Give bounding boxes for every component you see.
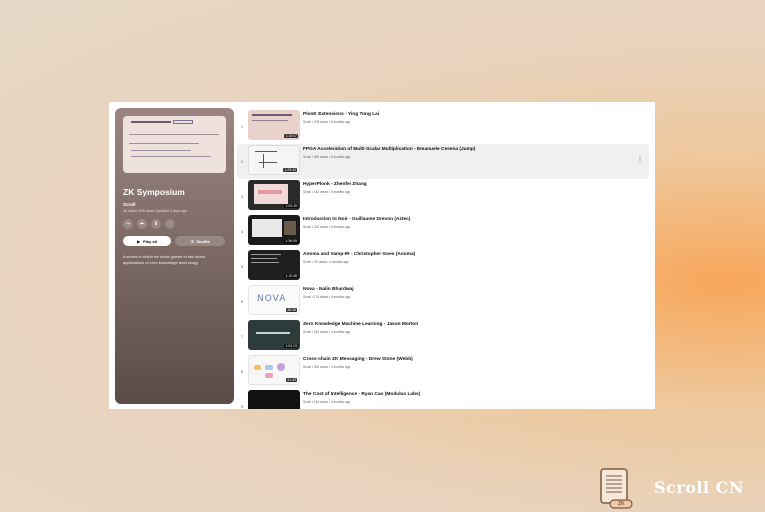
play-icon: ▶ [137,238,141,244]
video-thumbnail[interactable]: 1:03:23 [248,320,300,350]
shuffle-button[interactable]: ⤨ Shuffle [175,236,225,246]
video-index: 9 [241,405,243,409]
shuffle-label: Shuffle [196,238,210,244]
more-options-button[interactable]: ⋮ [165,219,175,229]
video-title[interactable]: FPGA Acceleration of Multi-Scalar Multip… [303,147,475,152]
video-thumbnail[interactable] [248,390,300,409]
save-playlist-button[interactable]: ↪ [123,219,133,229]
video-index: 7 [241,335,243,339]
video-thumbnail[interactable]: 1:10:45 [248,250,300,280]
video-meta: Scroll • 222 views • 5 months ago [303,225,351,229]
playlist-description: A series in which we invite guests to ta… [123,254,206,265]
video-index: 1 [241,125,243,129]
video-meta: Scroll • 200 views • 4 months ago [303,365,351,369]
video-row[interactable]: 7 1:03:23 Zero Knowledge Machine Learnin… [237,319,649,354]
video-meta: Scroll • 241 views • 4 months ago [303,330,351,334]
video-row[interactable]: 8 41:49 Cross-chain ZK Messaging - Drew … [237,354,649,389]
video-duration: 1:03:23 [284,344,298,348]
share-icon: ➦ [139,221,145,227]
save-icon: ↪ [125,221,131,227]
playlist-actions: ↪ ➦ ⬇ ⋮ [123,219,226,229]
download-button[interactable]: ⬇ [151,219,161,229]
video-title[interactable]: Nova - Nalin Bhardwaj [303,287,354,292]
video-duration: 41:49 [286,378,297,382]
play-all-button[interactable]: ▶ Play all [123,236,171,246]
video-row[interactable]: 6 NOVA 38:36 Nova - Nalin Bhardwaj Scrol… [237,284,649,319]
more-vert-icon[interactable]: ⋮ [637,156,643,163]
video-row[interactable]: 2 1:29:34 FPGA Acceleration of Multi-Sca… [237,144,649,179]
video-meta: Scroll • 176 views • 4 months ago [303,295,351,299]
video-meta: Scroll • 162 views • 3 months ago [303,400,351,404]
playlist-meta: 18 videos 536 views Updated 3 days ago [123,209,187,213]
playlist-thumbnail[interactable] [123,116,226,173]
video-index: 5 [241,265,243,269]
share-button[interactable]: ➦ [137,219,147,229]
video-index: 6 [241,300,243,304]
youtube-playlist-window: ZK Symposium Scroll 18 videos 536 views … [109,102,655,409]
video-title[interactable]: Cross-chain ZK Messaging - Drew Stone (W… [303,357,413,362]
video-list: 1 1:13:47 PlonK Extensions - Ying Tong L… [237,109,649,409]
video-index: 3 [241,195,243,199]
video-title[interactable]: Introduction to Noir - Guillaume Drevon … [303,217,410,222]
brand-name: Scroll CN [654,477,744,497]
download-icon: ⬇ [153,221,159,227]
video-title[interactable]: Anoma and Vamp-IR - Christopher Goes (An… [303,252,415,257]
video-index: 8 [241,370,243,374]
video-thumbnail[interactable]: 41:49 [248,355,300,385]
video-row[interactable]: 5 1:10:45 Anoma and Vamp-IR - Christophe… [237,249,649,284]
playlist-title: ZK Symposium [123,187,185,197]
video-title[interactable]: HyperPlonk - Zhenfei Zhang [303,182,367,187]
video-meta: Scroll • 278 views • 5 months ago [303,120,351,124]
video-thumbnail[interactable]: 1:03:15 [248,180,300,210]
video-thumbnail[interactable]: 1:13:47 [248,110,300,140]
video-duration: 1:29:34 [283,168,297,172]
video-duration: 1:36:09 [284,239,298,243]
playlist-owner[interactable]: Scroll [123,202,226,207]
video-duration: 1:13:47 [284,134,298,138]
video-index: 4 [241,230,243,234]
video-meta: Scroll • 529 views • 5 months ago [303,155,351,159]
video-thumbnail[interactable]: 1:36:09 [248,215,300,245]
scroll-cn-brand: ZK Scroll CN [598,466,744,509]
video-row[interactable]: 1 1:13:47 PlonK Extensions - Ying Tong L… [237,109,649,144]
video-meta: Scroll • 78 views • 4 months ago [303,260,349,264]
video-duration: 38:36 [286,308,297,312]
scroll-logo-icon: ZK [598,466,636,509]
video-index: 2 [241,160,243,164]
video-meta: Scroll • 163 views • 5 months ago [303,190,351,194]
video-title[interactable]: PlonK Extensions - Ying Tong Lai [303,112,379,117]
playlist-header-panel: ZK Symposium Scroll 18 videos 536 views … [115,108,234,404]
play-all-label: Play all [143,238,157,244]
shuffle-icon: ⤨ [190,238,194,244]
video-row[interactable]: 9 The Cost of Intelligence - Ryan Cao (M… [237,389,649,409]
video-row[interactable]: 3 1:03:15 HyperPlonk - Zhenfei Zhang Scr… [237,179,649,214]
video-duration: 1:10:45 [284,274,298,278]
video-thumbnail[interactable]: NOVA 38:36 [248,285,300,315]
video-duration: 1:03:15 [284,204,298,208]
more-vert-icon: ⋮ [167,221,173,227]
brand-badge: ZK [618,501,625,507]
video-title[interactable]: The Cost of Intelligence - Ryan Cao (Mod… [303,392,420,397]
video-row[interactable]: 4 1:36:09 Introduction to Noir - Guillau… [237,214,649,249]
video-thumbnail[interactable]: 1:29:34 [248,145,300,175]
video-title[interactable]: Zero Knowledge Machine Learning - Jason … [303,322,418,327]
